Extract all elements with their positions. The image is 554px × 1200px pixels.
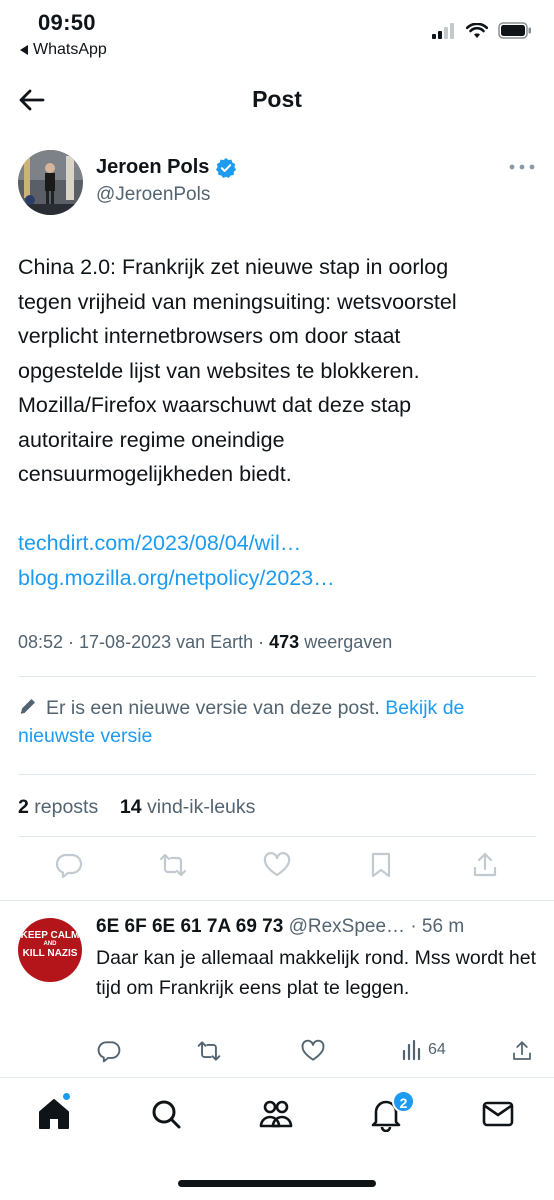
back-triangle-icon	[20, 45, 28, 55]
more-options-icon[interactable]	[508, 160, 536, 174]
reply-reply-button[interactable]	[96, 1038, 122, 1064]
author-handle[interactable]: @JeroenPols	[96, 184, 210, 206]
edit-notice: Er is een nieuwe versie van deze post. B…	[18, 694, 538, 750]
like-icon[interactable]	[262, 850, 292, 880]
reply-actions: 64	[96, 1038, 540, 1066]
top-header: Post	[0, 72, 554, 128]
verified-badge-icon	[216, 157, 237, 178]
views-count: 473	[269, 632, 300, 652]
back-app-label: WhatsApp	[33, 41, 107, 58]
link-techdirt[interactable]: techdirt.com/2023/08/04/wil…	[18, 526, 538, 561]
analytics-icon	[402, 1039, 421, 1061]
home-indicator[interactable]	[178, 1180, 376, 1187]
author-name[interactable]: Jeroen Pols	[96, 156, 209, 179]
pencil-icon	[20, 699, 35, 714]
reply-author-name[interactable]: 6E 6F 6E 61 7A 69 73	[96, 916, 283, 937]
reply-icon	[97, 1041, 121, 1063]
engagement-stats: 2 reposts 14 vind-ik-leuks	[18, 796, 255, 819]
reply-like-button[interactable]	[300, 1038, 326, 1064]
search-icon[interactable]	[148, 1096, 184, 1132]
post-timestamp: 08:52 · 17-08-2023 van Earth ·	[18, 632, 270, 652]
share-icon	[513, 1041, 531, 1060]
reply-time: · 56 m	[405, 916, 465, 937]
post-author: Jeroen Pols @JeroenPols	[18, 150, 536, 216]
reposts-stat[interactable]: 2 reposts	[18, 796, 98, 818]
post-text: China 2.0: Frankrijk zet nieuwe stap in …	[18, 255, 457, 486]
post-actions	[18, 850, 536, 890]
messages-envelope-icon[interactable]	[480, 1096, 516, 1132]
reply-views-button[interactable]: 64	[400, 1038, 446, 1062]
reply-share-button[interactable]	[510, 1038, 534, 1064]
post-links: techdirt.com/2023/08/04/wil… blog.mozill…	[18, 526, 538, 595]
status-bar: 09:50 WhatsApp	[0, 0, 554, 70]
home-icon[interactable]	[36, 1096, 72, 1132]
divider	[18, 836, 536, 837]
likes-label: vind-ik-leuks	[141, 796, 256, 818]
divider	[18, 676, 536, 677]
reply-text: Daar kan je allemaal makkelijk rond. Mss…	[96, 947, 537, 999]
reposts-label: reposts	[28, 796, 99, 818]
link-mozilla[interactable]: blog.mozilla.org/netpolicy/2023…	[18, 561, 538, 596]
avatar-text-keep-calm: KEEP CALM	[20, 930, 80, 941]
status-time: 09:50	[38, 10, 96, 35]
views-label: weergaven	[299, 632, 393, 652]
reply-views-count: 64	[428, 1041, 446, 1058]
reply-repost-button[interactable]	[196, 1038, 222, 1064]
wifi-icon	[466, 22, 488, 38]
communities-icon[interactable]	[258, 1096, 294, 1132]
repost-icon[interactable]	[158, 850, 188, 880]
avatar-text-kill-nazis: KILL NAZIS	[22, 948, 78, 959]
system-icons	[432, 22, 532, 39]
likes-stat[interactable]: 14 vind-ik-leuks	[120, 796, 256, 818]
avatar-text-and: AND	[43, 941, 57, 947]
bookmark-icon[interactable]	[366, 850, 396, 880]
back-to-app-link[interactable]: WhatsApp	[20, 41, 107, 59]
reposts-count: 2	[18, 796, 29, 818]
repost-icon	[197, 1041, 221, 1061]
like-icon	[301, 1039, 325, 1061]
reply-author-handle[interactable]: @RexSpee…	[283, 916, 405, 937]
likes-count: 14	[119, 796, 142, 818]
edit-notice-text: Er is een nieuwe versie van deze post.	[46, 697, 386, 719]
reply-header: 6E 6F 6E 61 7A 69 73 @RexSpee… · 56 m	[96, 916, 540, 938]
avatar-photo-icon	[18, 150, 83, 215]
author-avatar[interactable]	[18, 150, 83, 215]
reply-icon[interactable]	[54, 850, 84, 880]
share-icon[interactable]	[470, 850, 500, 880]
reply-avatar[interactable]: KEEP CALM AND KILL NAZIS	[18, 918, 82, 982]
notifications-badge: 2	[392, 1090, 415, 1113]
home-unread-dot	[62, 1092, 71, 1101]
reply-item[interactable]: KEEP CALM AND KILL NAZIS 6E 6F 6E 61 7A …	[0, 906, 554, 1076]
cellular-signal-icon	[432, 22, 454, 39]
section-divider	[0, 900, 554, 901]
divider	[18, 774, 536, 775]
post-meta: 08:52 · 17-08-2023 van Earth · 473 weerg…	[18, 632, 392, 653]
page-title: Post	[252, 86, 302, 112]
battery-icon	[498, 22, 531, 39]
